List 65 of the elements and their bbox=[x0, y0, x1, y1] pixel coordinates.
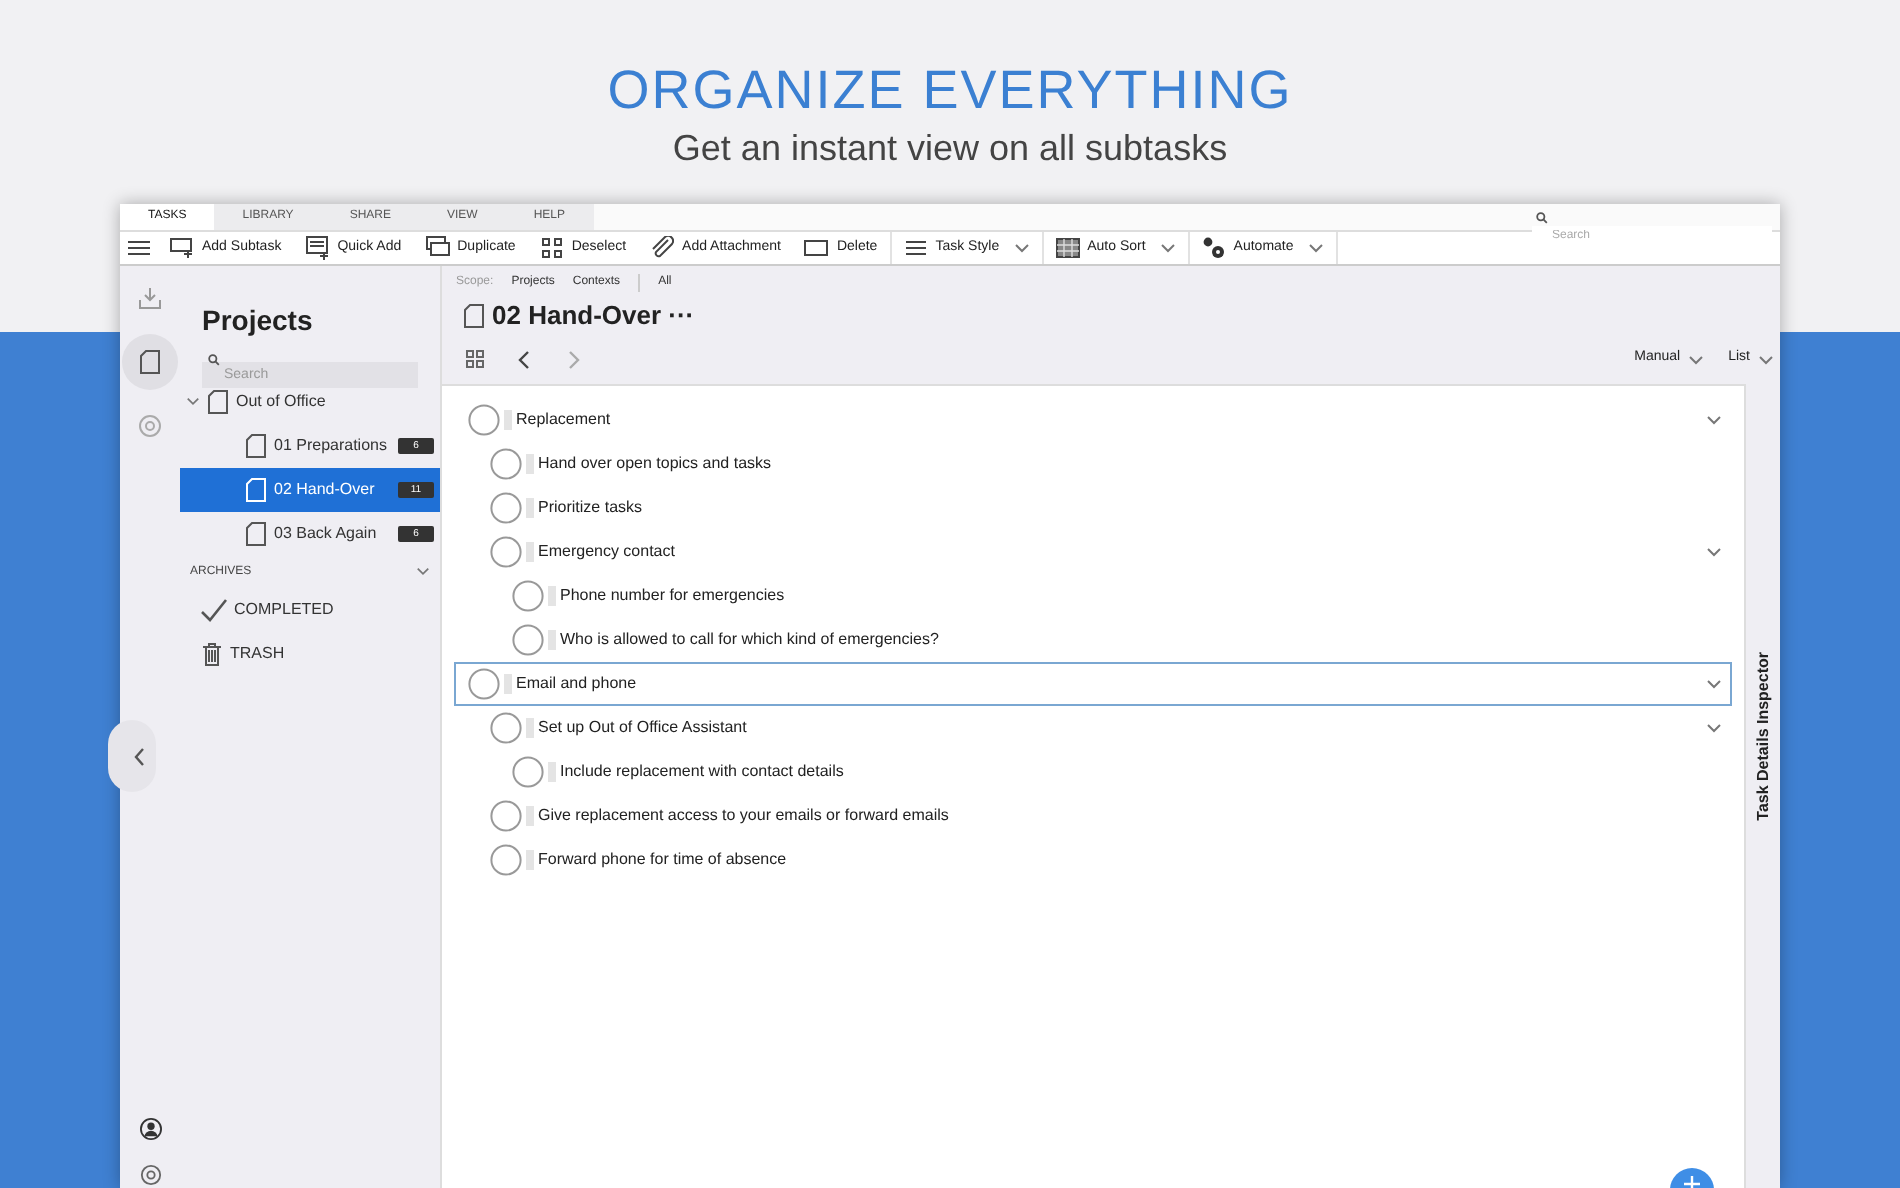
checkbox-circle-icon bbox=[490, 844, 522, 876]
back-icon bbox=[134, 747, 144, 765]
document-icon bbox=[208, 390, 228, 414]
paperclip-icon bbox=[650, 236, 675, 260]
task-row[interactable]: Include replacement with contact details bbox=[454, 750, 1732, 794]
archive-item[interactable]: TRASH bbox=[180, 632, 440, 676]
task-row[interactable]: Phone number for emergencies bbox=[454, 574, 1732, 618]
chevron-down-icon bbox=[1758, 353, 1774, 365]
support-icon[interactable] bbox=[139, 1164, 161, 1186]
document-icon bbox=[464, 304, 484, 328]
chevron-icon bbox=[1706, 414, 1722, 426]
checkbox-circle-icon bbox=[468, 404, 500, 436]
task-row[interactable]: Hand over open topics and tasks bbox=[454, 442, 1732, 486]
task-row[interactable]: Replacement bbox=[454, 398, 1732, 442]
document-icon bbox=[140, 350, 160, 374]
chevron-icon bbox=[1706, 678, 1722, 690]
rectangle-icon bbox=[804, 236, 829, 260]
archive-item[interactable]: COMPLETED bbox=[180, 588, 440, 632]
checkbox-circle-icon bbox=[490, 800, 522, 832]
back-icon[interactable] bbox=[518, 349, 530, 369]
chevron-icon bbox=[416, 565, 430, 579]
document-icon bbox=[246, 434, 266, 458]
chevron-icon bbox=[1706, 722, 1722, 734]
document-icon bbox=[246, 478, 266, 502]
list-icon bbox=[903, 236, 928, 260]
chevron-down-icon bbox=[1159, 242, 1176, 254]
sidebar-title: Projects bbox=[200, 302, 315, 338]
trash-icon bbox=[200, 642, 224, 666]
chevron-down-icon bbox=[1013, 242, 1030, 254]
checkbox-circle-icon bbox=[512, 580, 544, 612]
subtask-icon bbox=[170, 236, 194, 260]
task-row[interactable]: Forward phone for time of absence bbox=[454, 838, 1732, 882]
checkbox-circle-icon bbox=[490, 536, 522, 568]
user-icon[interactable] bbox=[139, 1118, 161, 1140]
table-icon bbox=[1055, 236, 1080, 260]
project-title: 02 Hand-Over ··· bbox=[492, 298, 695, 335]
collapse-handle[interactable] bbox=[108, 720, 156, 792]
checkbox-circle-icon bbox=[512, 624, 544, 656]
note-icon bbox=[305, 236, 330, 260]
search-icon bbox=[1536, 211, 1548, 223]
checkbox-circle-icon bbox=[490, 492, 522, 524]
checkbox-circle-icon bbox=[512, 756, 544, 788]
task-row[interactable]: Who is allowed to call for which kind of emergencies? bbox=[454, 618, 1732, 662]
task-row[interactable]: Give replacement access to your emails or forward emails bbox=[454, 794, 1732, 838]
chevron-down-icon bbox=[1307, 242, 1324, 254]
plus-icon bbox=[1684, 1176, 1700, 1188]
task-row[interactable]: Emergency contact bbox=[454, 530, 1732, 574]
document-icon bbox=[246, 522, 266, 546]
hero-subtitle: Get an instant view on all subtasks bbox=[672, 126, 1228, 172]
hero-title: ORGANIZE EVERYTHING bbox=[607, 58, 1293, 124]
grid-icon bbox=[539, 236, 564, 260]
search-icon bbox=[208, 353, 220, 365]
chevron-icon bbox=[1706, 546, 1722, 558]
task-row[interactable]: Prioritize tasks bbox=[454, 486, 1732, 530]
task-row[interactable]: Email and phone bbox=[454, 662, 1732, 706]
checkmark-icon bbox=[200, 598, 228, 622]
checkbox-circle-icon bbox=[490, 448, 522, 480]
projects-tab[interactable] bbox=[122, 334, 178, 390]
chevron-down-icon bbox=[1688, 353, 1705, 365]
menu-icon[interactable] bbox=[128, 240, 150, 256]
task-row[interactable]: Set up Out of Office Assistant bbox=[454, 706, 1732, 750]
chevron-icon bbox=[186, 395, 200, 409]
checkbox-circle-icon bbox=[490, 712, 522, 744]
checkbox-circle-icon bbox=[468, 668, 500, 700]
grid-view-icon[interactable] bbox=[466, 350, 484, 368]
